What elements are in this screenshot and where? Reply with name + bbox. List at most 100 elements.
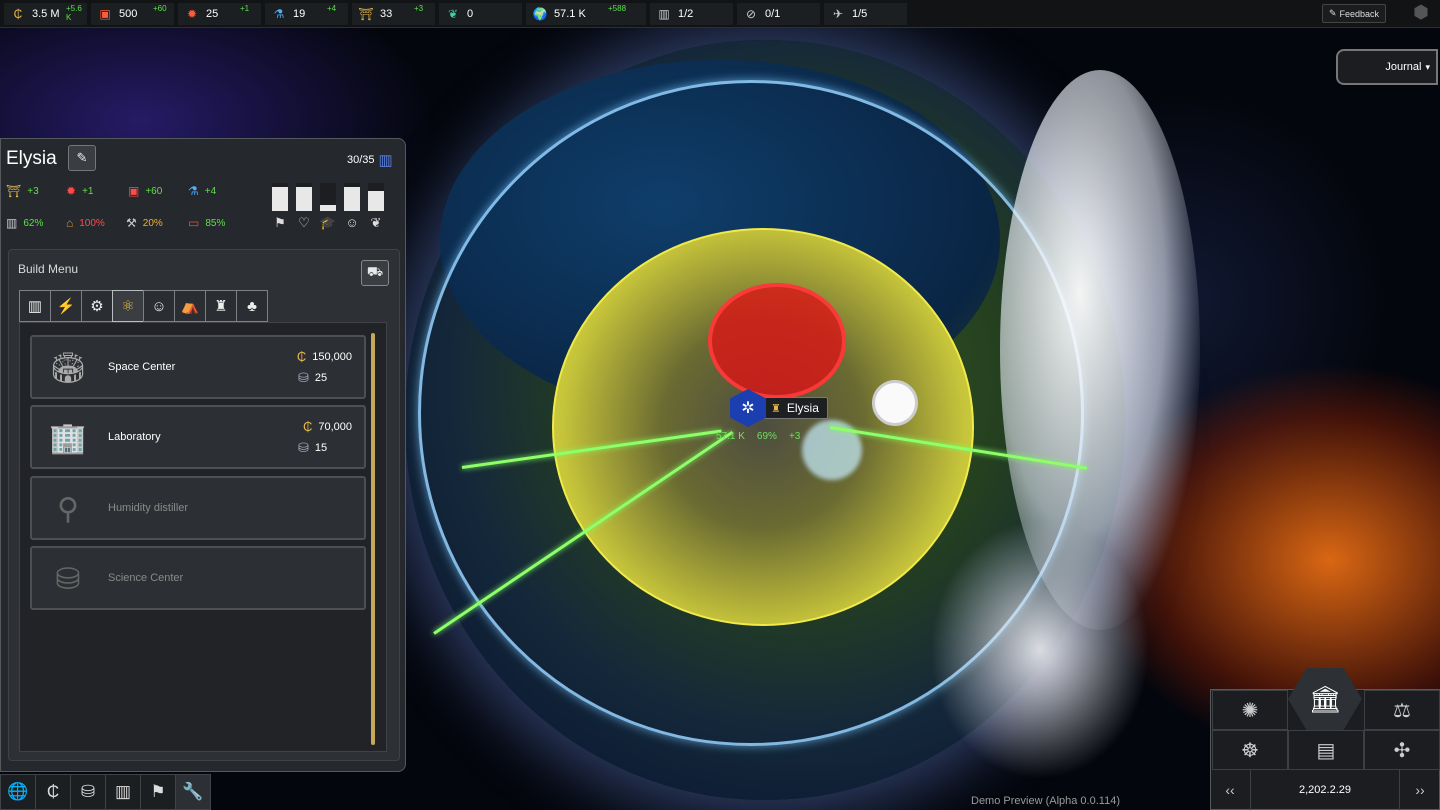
rename-city-button[interactable]: ✎: [68, 145, 96, 171]
tab-health[interactable]: ⛺: [174, 290, 206, 322]
needs-bars: ⚑ ♡ 🎓 ☺ ❦: [272, 183, 384, 231]
game-date: 2,202.2.29: [1250, 770, 1400, 810]
need-nature[interactable]: ❦: [368, 183, 384, 231]
journal-label: Journal: [1385, 61, 1422, 73]
resource-value: 1/2: [678, 7, 694, 20]
nav-cities[interactable]: ▥: [105, 774, 141, 810]
date-controls: ‹‹ 2,202.2.29 ››: [1210, 770, 1440, 810]
nav-credits[interactable]: ₵: [35, 774, 71, 810]
technology-icon: ✹: [66, 184, 77, 198]
humidity-distiller-icon: ⚲: [57, 492, 79, 526]
building-item-laboratory[interactable]: 🏢 Laboratory ₵ 70,000 ⛁ 15: [30, 405, 366, 469]
building-item-space-center[interactable]: 🏟 Space Center ₵ 150,000 ⛁ 25: [30, 335, 366, 399]
workers-icon: ⛁: [298, 370, 309, 385]
resource-value: 57.1 K: [554, 7, 586, 20]
tab-monument[interactable]: ♜: [205, 290, 237, 322]
nature-icon: ❦: [370, 215, 382, 230]
city-name-pill[interactable]: ♜ Elysia: [764, 397, 828, 419]
building-credit-cost: ₵ 150,000: [297, 349, 352, 364]
society-icon: ✺: [1241, 699, 1259, 722]
stat-industry: ⚒ 20%: [126, 216, 163, 230]
game-logo-icon[interactable]: ⬢: [1408, 2, 1434, 24]
cities-icon: ▥: [114, 782, 132, 801]
next-turn-button[interactable]: ››: [1400, 782, 1440, 798]
research-tree-icon: ✣: [1393, 739, 1411, 762]
stat-value: +3: [27, 185, 39, 197]
resource-delta: +1: [240, 3, 250, 13]
resource-value: 19: [293, 7, 306, 20]
selected-building-zone[interactable]: [708, 283, 846, 399]
need-bar-fill: [344, 187, 360, 211]
resource-crops[interactable]: ❦ 0: [439, 2, 522, 25]
dome-building[interactable]: [872, 380, 918, 426]
building-name: Humidity distiller: [108, 502, 189, 514]
tab-housing[interactable]: ▥: [19, 290, 51, 322]
resource-colonies[interactable]: ⊘ 0/1: [737, 2, 820, 25]
resource-ships[interactable]: ✈ 1/5: [824, 2, 907, 25]
resource-value: 1/5: [852, 7, 868, 20]
resource-delta: +3: [414, 3, 424, 13]
nav-resources[interactable]: ⛁: [70, 774, 106, 810]
city-label[interactable]: ✲ ♜ Elysia: [730, 389, 828, 427]
building-item-humidity-distiller[interactable]: ⚲ Humidity distiller: [30, 476, 366, 540]
need-security[interactable]: ⚑: [272, 183, 288, 231]
monument-tab-icon: ♜: [214, 298, 228, 315]
feedback-button[interactable]: ✎ Feedback: [1322, 4, 1386, 23]
resource-population-globe[interactable]: 🌍 57.1 K +588: [526, 2, 646, 25]
need-bar-fill: [272, 187, 288, 211]
resource-delta: +60: [153, 3, 167, 13]
resource-materials[interactable]: ▣ 500 +60: [91, 2, 174, 25]
tab-science[interactable]: ⚛: [112, 290, 144, 322]
tab-industry[interactable]: ⚙: [81, 290, 113, 322]
need-bar: [272, 183, 288, 211]
credits-icon: ₵: [302, 419, 313, 434]
bottom-nav: 🌐 ₵ ⛁ ▥ ⚑ 🔧: [0, 774, 211, 810]
building-list-scrollbar[interactable]: [371, 333, 375, 745]
laboratory-icon: 🏢: [49, 421, 87, 455]
need-education[interactable]: 🎓: [320, 183, 336, 231]
technology-icon: ✹: [186, 6, 198, 21]
research-icon: ⚗: [273, 6, 285, 21]
resources-icon: ⛁: [80, 782, 96, 801]
need-bar-fill: [368, 191, 384, 211]
budget-button[interactable]: ▤: [1288, 730, 1364, 770]
nav-flags[interactable]: ⚑: [140, 774, 176, 810]
nav-planet[interactable]: 🌐: [0, 774, 36, 810]
previous-turn-button[interactable]: ‹‹: [1210, 782, 1250, 798]
research-icon: ⚗: [188, 184, 199, 198]
research-tree-button[interactable]: ✣: [1364, 730, 1440, 770]
resource-value: 0: [467, 7, 474, 20]
diplomacy-button[interactable]: ☸: [1212, 730, 1288, 770]
tab-entertainment[interactable]: ☺: [143, 290, 175, 322]
journal-button[interactable]: Journal ▾: [1336, 49, 1438, 85]
crops-icon: ❦: [447, 6, 459, 21]
city-population: 30/35 ▥: [347, 151, 393, 169]
need-health[interactable]: ♡: [296, 183, 312, 231]
influence-icon: ♜: [771, 402, 781, 415]
resource-credits[interactable]: ₵ 3.5 M +5.6 K: [4, 2, 87, 25]
nav-build-tools[interactable]: 🔧: [175, 774, 211, 810]
demolish-button[interactable]: ⛟: [361, 260, 389, 286]
justice-button[interactable]: ⚖: [1364, 690, 1440, 730]
city-tag-population: 57.1 K: [716, 431, 745, 442]
need-entertainment[interactable]: ☺: [344, 183, 360, 231]
stat-research: ⚗ +4: [188, 184, 216, 198]
resource-cities[interactable]: ▥ 1/2: [650, 2, 733, 25]
building-item-science-center[interactable]: ⛁ Science Center: [30, 546, 366, 610]
flags-icon: ⚑: [150, 782, 166, 801]
tab-energy[interactable]: ⚡: [50, 290, 82, 322]
society-button[interactable]: ✺: [1212, 690, 1288, 730]
resource-research[interactable]: ⚗ 19 +4: [265, 2, 348, 25]
housing-tab-icon: ▥: [27, 298, 43, 315]
worker-value: 25: [314, 372, 328, 384]
credits-icon: ₵: [296, 349, 307, 364]
city-hex-icon[interactable]: ✲: [730, 389, 766, 427]
credits-icon: ₵: [46, 782, 60, 801]
pencil-icon: ✎: [76, 150, 88, 165]
entertainment-tab-icon: ☺: [151, 297, 167, 315]
resource-influence[interactable]: ⛩ 33 +3: [352, 2, 435, 25]
industry-icon: ⚒: [126, 216, 137, 230]
resource-technology[interactable]: ✹ 25 +1: [178, 2, 261, 25]
tab-nature[interactable]: ♣: [236, 290, 268, 322]
cloud-layer-lower: [930, 520, 1150, 780]
